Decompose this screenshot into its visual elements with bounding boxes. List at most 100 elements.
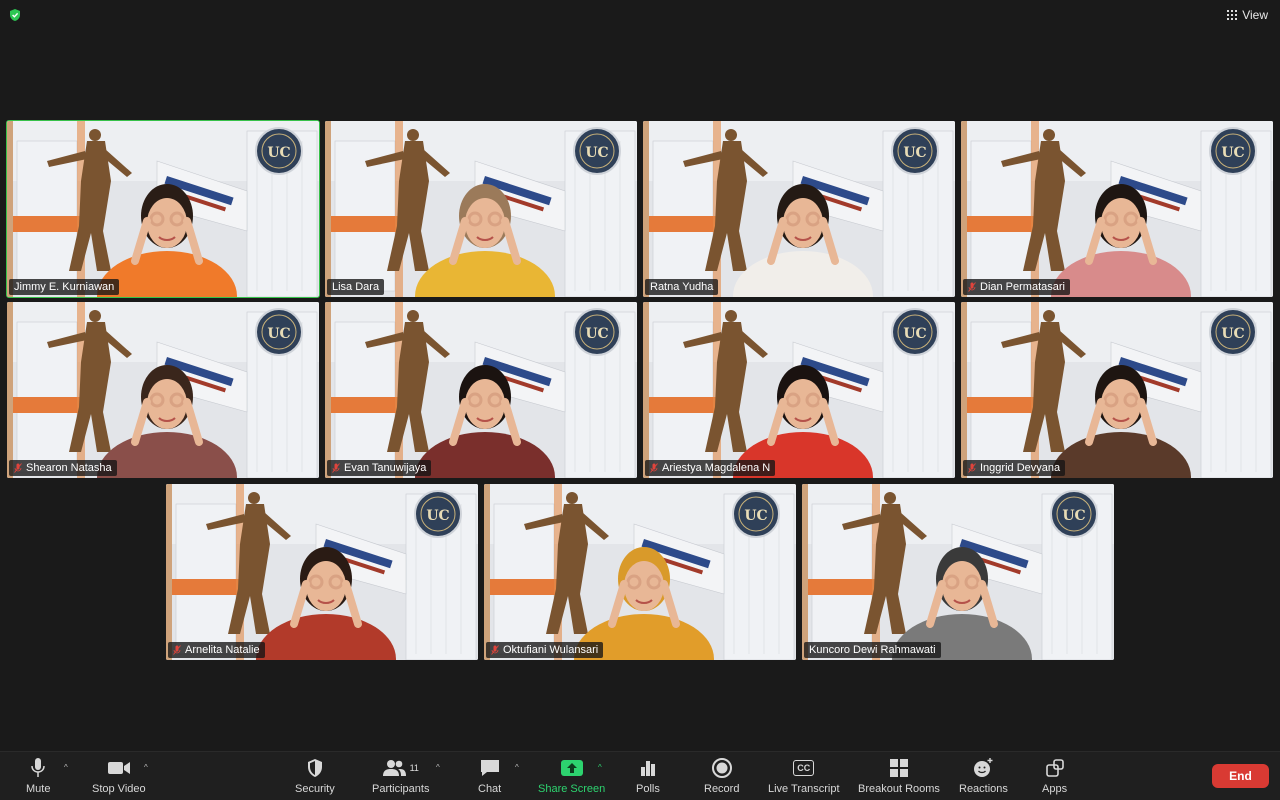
record-button[interactable]: Record <box>704 756 739 795</box>
participant-name: Lisa Dara <box>332 281 380 293</box>
participants-button[interactable]: 11 Participants <box>372 756 429 795</box>
video-feed: UC <box>7 121 319 297</box>
svg-text:UC: UC <box>267 326 290 342</box>
participant-name: Ratna Yudha <box>650 281 714 293</box>
security-shield-icon <box>306 756 324 780</box>
video-feed: UC <box>643 302 955 478</box>
participant-video-tile[interactable]: UC Ariestya Magdalena N <box>643 302 955 478</box>
video-options-chevron-icon[interactable]: ^ <box>144 763 148 772</box>
svg-text:UC: UC <box>1062 508 1085 524</box>
svg-text:UC: UC <box>585 145 608 161</box>
breakout-rooms-button[interactable]: Breakout Rooms <box>858 756 940 795</box>
reactions-button[interactable]: Reactions <box>959 756 1008 795</box>
apps-label: Apps <box>1042 783 1068 795</box>
video-feed: UC <box>325 302 637 478</box>
participant-video-tile[interactable]: UC Dian Permatasari <box>961 121 1273 297</box>
participant-name-tag: Evan Tanuwijaya <box>327 460 432 476</box>
svg-text:UC: UC <box>267 145 290 161</box>
participant-name-tag: Inggrid Devyana <box>963 460 1066 476</box>
muted-microphone-icon <box>332 463 340 473</box>
smiley-plus-icon <box>972 756 994 780</box>
participant-name-tag: Ratna Yudha <box>645 279 719 295</box>
video-feed: UC <box>325 121 637 297</box>
svg-text:UC: UC <box>744 508 767 524</box>
breakout-rooms-icon <box>889 756 909 780</box>
mute-button[interactable]: Mute <box>26 756 50 795</box>
participant-name-tag: Arnelita Natalie <box>168 642 265 658</box>
share-options-chevron-icon[interactable]: ^ <box>598 763 602 772</box>
participants-label: Participants <box>372 783 430 795</box>
stop-video-label: Stop Video <box>92 783 146 795</box>
muted-microphone-icon <box>968 282 976 292</box>
video-feed: UC <box>484 484 796 660</box>
participant-video-tile[interactable]: UC Lisa Dara <box>325 121 637 297</box>
participants-options-chevron-icon[interactable]: ^ <box>436 763 440 772</box>
end-meeting-button[interactable]: End <box>1212 764 1269 788</box>
participant-video-tile[interactable]: UC Oktufiani Wulansari <box>484 484 796 660</box>
muted-microphone-icon <box>968 463 976 473</box>
participant-name: Kuncoro Dewi Rahmawati <box>809 644 936 656</box>
participant-video-tile[interactable]: UC Shearon Natasha <box>7 302 319 478</box>
participant-video-tile[interactable]: UC Inggrid Devyana <box>961 302 1273 478</box>
reactions-label: Reactions <box>959 783 1008 795</box>
encryption-shield-icon[interactable] <box>8 8 22 22</box>
video-feed: UC <box>643 121 955 297</box>
participant-video-tile[interactable]: UC Ratna Yudha <box>643 121 955 297</box>
video-feed: UC <box>961 121 1273 297</box>
breakout-rooms-label: Breakout Rooms <box>858 783 940 795</box>
share-screen-label: Share Screen <box>538 783 606 795</box>
apps-button[interactable]: Apps <box>1042 756 1067 795</box>
record-label: Record <box>704 783 740 795</box>
participant-name-tag: Oktufiani Wulansari <box>486 642 604 658</box>
security-label: Security <box>295 783 335 795</box>
participants-count: 11 <box>409 763 419 773</box>
apps-icon <box>1045 756 1065 780</box>
chat-bubble-icon <box>479 756 501 780</box>
participant-name: Jimmy E. Kurniawan <box>14 281 115 293</box>
share-screen-button[interactable]: Share Screen <box>538 756 605 795</box>
meeting-toolbar: Mute ^ Stop Video ^ Security 11 Particip… <box>0 751 1280 800</box>
participant-video-tile[interactable]: UC Kuncoro Dewi Rahmawati <box>802 484 1114 660</box>
muted-microphone-icon <box>650 463 658 473</box>
muted-microphone-icon <box>14 463 22 473</box>
record-icon <box>711 756 733 780</box>
participant-video-tile[interactable]: UC Evan Tanuwijaya <box>325 302 637 478</box>
participant-video-tile[interactable]: UC Jimmy E. Kurniawan <box>6 120 320 298</box>
audio-options-chevron-icon[interactable]: ^ <box>64 763 68 772</box>
view-button[interactable]: View <box>1227 8 1268 22</box>
live-transcript-button[interactable]: CC Live Transcript <box>768 756 840 795</box>
participant-name: Inggrid Devyana <box>980 462 1061 474</box>
video-feed: UC <box>802 484 1114 660</box>
participant-name-tag: Jimmy E. Kurniawan <box>9 279 120 295</box>
svg-text:UC: UC <box>426 508 449 524</box>
muted-microphone-icon <box>491 645 499 655</box>
chat-options-chevron-icon[interactable]: ^ <box>515 763 519 772</box>
svg-text:UC: UC <box>585 326 608 342</box>
security-button[interactable]: Security <box>295 756 335 795</box>
video-camera-icon <box>107 756 131 780</box>
stop-video-button[interactable]: Stop Video <box>92 756 146 795</box>
participant-name: Shearon Natasha <box>26 462 112 474</box>
svg-text:UC: UC <box>1221 326 1244 342</box>
svg-text:UC: UC <box>903 145 926 161</box>
top-bar: View <box>0 0 1280 30</box>
chat-label: Chat <box>478 783 502 795</box>
participant-name-tag: Lisa Dara <box>327 279 385 295</box>
live-transcript-label: Live Transcript <box>768 783 840 795</box>
participant-name: Ariestya Magdalena N <box>662 462 771 474</box>
chat-button[interactable]: Chat <box>478 756 501 795</box>
video-feed: UC <box>961 302 1273 478</box>
microphone-icon <box>30 756 46 780</box>
polls-button[interactable]: Polls <box>636 756 660 795</box>
video-feed: UC <box>166 484 478 660</box>
svg-text:UC: UC <box>1221 145 1244 161</box>
participant-name: Dian Permatasari <box>980 281 1065 293</box>
participant-name-tag: Ariestya Magdalena N <box>645 460 776 476</box>
svg-text:UC: UC <box>903 326 926 342</box>
participant-video-tile[interactable]: UC Arnelita Natalie <box>166 484 478 660</box>
participant-name: Oktufiani Wulansari <box>503 644 599 656</box>
participant-name-tag: Dian Permatasari <box>963 279 1070 295</box>
polls-chart-icon <box>638 756 658 780</box>
participant-name-tag: Shearon Natasha <box>9 460 117 476</box>
view-label: View <box>1242 8 1268 22</box>
